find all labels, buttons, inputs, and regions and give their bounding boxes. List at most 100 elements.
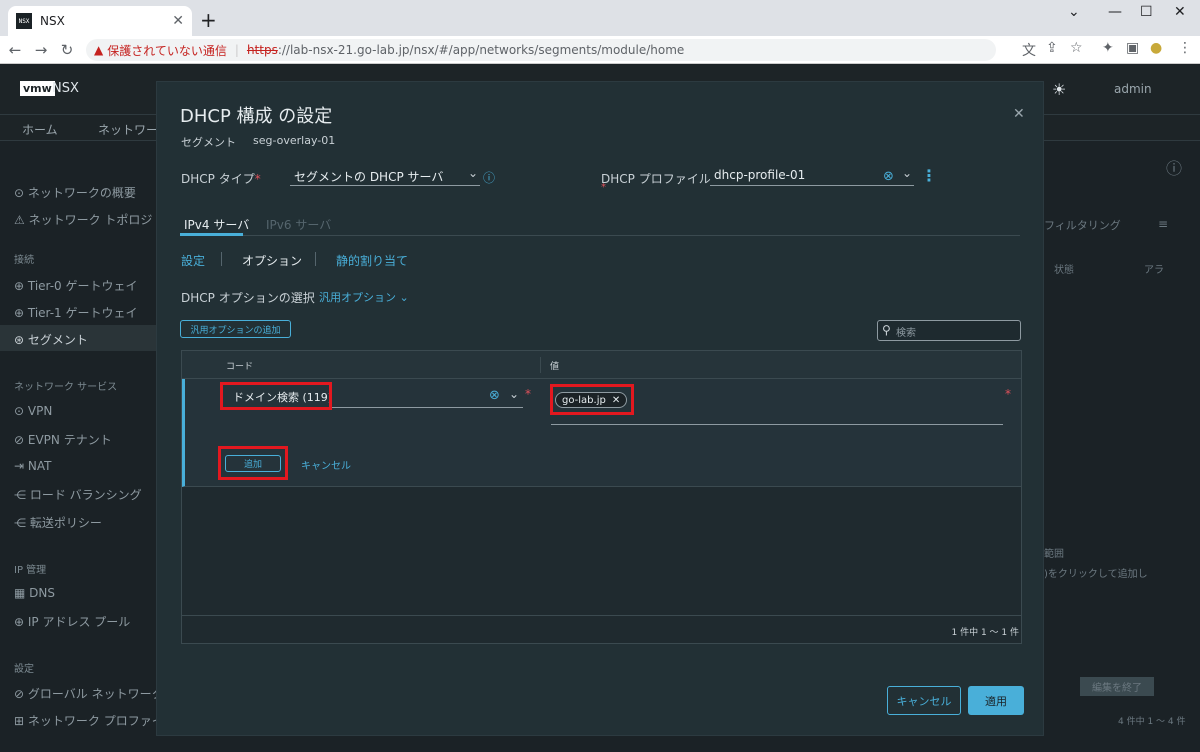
help-icon[interactable]: ⓘ <box>1166 155 1182 179</box>
modal-close-icon[interactable]: ✕ <box>1013 106 1025 122</box>
reload-icon[interactable]: ↻ <box>56 41 78 59</box>
subtab-separator <box>221 252 222 266</box>
highlight-add <box>218 446 288 480</box>
sidebar-item-tier1[interactable]: ⊕ Tier-1 ゲートウェイ <box>14 304 138 321</box>
maximize-icon[interactable]: ☐ <box>1140 4 1153 20</box>
required-marker: * <box>1005 387 1011 401</box>
bookmark-star-icon[interactable]: ☆ <box>1070 40 1083 56</box>
apply-button[interactable]: 適用 <box>968 686 1024 715</box>
back-icon[interactable]: ← <box>4 41 26 59</box>
browser-tab[interactable]: NSX NSX ✕ <box>8 6 192 36</box>
tab-ipv4-server[interactable]: IPv4 サーバ <box>184 216 249 233</box>
nav-home[interactable]: ホーム <box>22 121 58 138</box>
add-hint: )をクリックして追加し <box>1044 569 1148 580</box>
sidebar-item-ip-pools[interactable]: ⊕ IP アドレス プール <box>14 613 130 630</box>
column-alarm: アラ <box>1144 265 1164 276</box>
chevron-down-icon: ⌄ <box>509 387 520 401</box>
sidebar-section-settings: 設定 <box>14 664 34 675</box>
theme-sun-icon[interactable]: ☀ <box>1052 80 1066 99</box>
security-warning[interactable]: 保護されていない通信 <box>107 42 227 59</box>
ip-version-tabs: IPv4 サーバ IPv6 サーバ <box>180 212 1020 236</box>
sidebar-item-network-topology[interactable]: ⚠ ネットワーク トポロジ <box>14 211 152 228</box>
sidebar-item-forwarding-policy[interactable]: ⋲ 転送ポリシー <box>14 514 102 531</box>
omnibox-separator: | <box>234 43 239 57</box>
column-status: 状態 <box>1054 265 1074 276</box>
new-tab-icon[interactable]: + <box>200 8 217 32</box>
subtab-settings[interactable]: 設定 <box>181 252 205 269</box>
tab-close-icon[interactable]: ✕ <box>172 13 184 29</box>
sidebar-item-evpn[interactable]: ⊘ EVPN テナント <box>14 431 112 448</box>
url-text: ://lab-nsx-21.go-lab.jp/nsx/#/app/networ… <box>277 43 685 57</box>
vmware-logo: vmw <box>20 81 55 96</box>
app-brand: NSX <box>52 81 79 96</box>
row-cancel-link[interactable]: キャンセル <box>301 457 351 472</box>
subtab-separator <box>315 252 316 266</box>
column-divider <box>540 357 541 373</box>
address-bar[interactable]: ▲ 保護されていない通信 | https ://lab-nsx-21.go-la… <box>86 39 996 61</box>
sidebar-item-nat[interactable]: ⇥ NAT <box>14 459 51 473</box>
tab-search-icon[interactable]: ⌄ <box>1068 4 1080 20</box>
column-code: コード <box>226 362 254 372</box>
grid-header: コード 値 <box>182 351 1021 379</box>
dhcp-profile-label: DHCP プロファイル <box>601 172 711 186</box>
sidebar-item-load-balancing[interactable]: ⋲ ロード バランシング <box>14 486 142 503</box>
required-marker: * <box>525 387 531 401</box>
browser-menu-icon[interactable]: ⋮ <box>1178 40 1192 56</box>
profile-avatar-icon[interactable]: ● <box>1150 40 1162 56</box>
sidebar-item-vpn[interactable]: ⊙ VPN <box>14 404 52 418</box>
tab-ipv6-server[interactable]: IPv6 サーバ <box>266 216 331 233</box>
filter-input[interactable]: フィルタリング <box>1044 217 1121 233</box>
chevron-down-icon: ⌄ <box>467 166 478 180</box>
browser-tab-strip: NSX NSX ✕ + ⌄ — ☐ ✕ <box>0 0 1200 36</box>
grid-pagination: 1 件中 1 ～ 1 件 <box>951 628 1019 638</box>
filter-menu-icon[interactable]: ≡ <box>1158 217 1168 231</box>
column-value: 値 <box>550 362 560 372</box>
dhcp-profile-value: dhcp-profile-01 <box>714 168 806 182</box>
tab-active-underline <box>180 233 243 236</box>
sidebar-item-network-overview[interactable]: ⊙ ネットワークの概要 <box>14 184 136 201</box>
value-input-underline[interactable] <box>551 424 1003 425</box>
option-select-label: DHCP オプションの選択 <box>181 291 315 305</box>
highlight-code <box>220 382 332 410</box>
nsx-favicon-icon: NSX <box>16 13 32 29</box>
clear-code-icon[interactable]: ⊗ <box>489 388 500 403</box>
dhcp-config-modal: DHCP 構成 の設定 ✕ セグメント seg-overlay-01 DHCP … <box>156 81 1044 736</box>
clear-profile-icon[interactable]: ⊗ <box>883 169 894 184</box>
cancel-button[interactable]: キャンセル <box>887 686 961 715</box>
sidebar-item-tier0[interactable]: ⊕ Tier-0 ゲートウェイ <box>14 277 138 294</box>
minimize-icon[interactable]: — <box>1108 4 1122 20</box>
info-icon[interactable]: ⓘ <box>483 169 495 186</box>
browser-tab-title: NSX <box>40 14 65 28</box>
profile-more-icon[interactable]: ⋮ <box>921 166 937 185</box>
sidebar-section-ip-management: IP 管理 <box>14 565 47 576</box>
share-icon[interactable]: ⇪ <box>1046 40 1058 56</box>
sidebar-item-dns[interactable]: ▦ DNS <box>14 586 55 600</box>
sidebar: ⊙ ネットワークの概要 ⚠ ネットワーク トポロジ 接続 ⊕ Tier-0 ゲー… <box>0 141 176 752</box>
subtab-static[interactable]: 静的割り当て <box>336 252 408 269</box>
search-icon: ⚲ <box>882 323 891 337</box>
window-close-icon[interactable]: ✕ <box>1174 4 1186 20</box>
side-panel-icon[interactable]: ▣ <box>1126 40 1139 56</box>
option-select-dropdown[interactable]: 汎用オプション ⌄ <box>319 289 409 305</box>
sidebar-item-global-network[interactable]: ⊘ グローバル ネットワーク <box>14 685 164 702</box>
sidebar-section-network-services: ネットワーク サービス <box>14 382 118 393</box>
highlight-value <box>550 384 634 415</box>
options-grid: コード 値 ドメイン検索 (119) ⊗ ⌄ * go-lab.jp ✕ * 追… <box>181 350 1022 644</box>
add-generic-option-button[interactable]: 汎用オプションの追加 <box>180 320 291 338</box>
forward-icon[interactable]: → <box>30 41 52 59</box>
sidebar-item-segments[interactable]: ⊛ セグメント <box>14 331 88 348</box>
translate-icon[interactable]: 文 <box>1022 40 1036 60</box>
extensions-icon[interactable]: ✦ <box>1102 40 1114 56</box>
user-menu[interactable]: admin <box>1114 82 1152 96</box>
search-input[interactable]: ⚲ 検索 <box>877 320 1021 341</box>
bg-pagination: 4 件中 1 ～ 4 件 <box>1118 717 1186 727</box>
end-edit-button[interactable]: 編集を終了 <box>1080 677 1154 696</box>
sidebar-section-connectivity: 接続 <box>14 255 34 266</box>
segment-label: セグメント <box>181 136 236 149</box>
chevron-down-icon: ⌄ <box>901 166 912 180</box>
background-content: ⓘ フィルタリング ≡ 状態 アラ 範囲 )をクリックして追加し 編集を終了 4… <box>1044 141 1200 752</box>
dhcp-type-select[interactable]: セグメントの DHCP サーバ ⌄ <box>290 166 480 186</box>
sidebar-item-network-profiles[interactable]: ⊞ ネットワーク プロファイル <box>14 712 176 729</box>
subtab-options[interactable]: オプション <box>242 252 302 269</box>
modal-title: DHCP 構成 の設定 <box>180 106 333 127</box>
